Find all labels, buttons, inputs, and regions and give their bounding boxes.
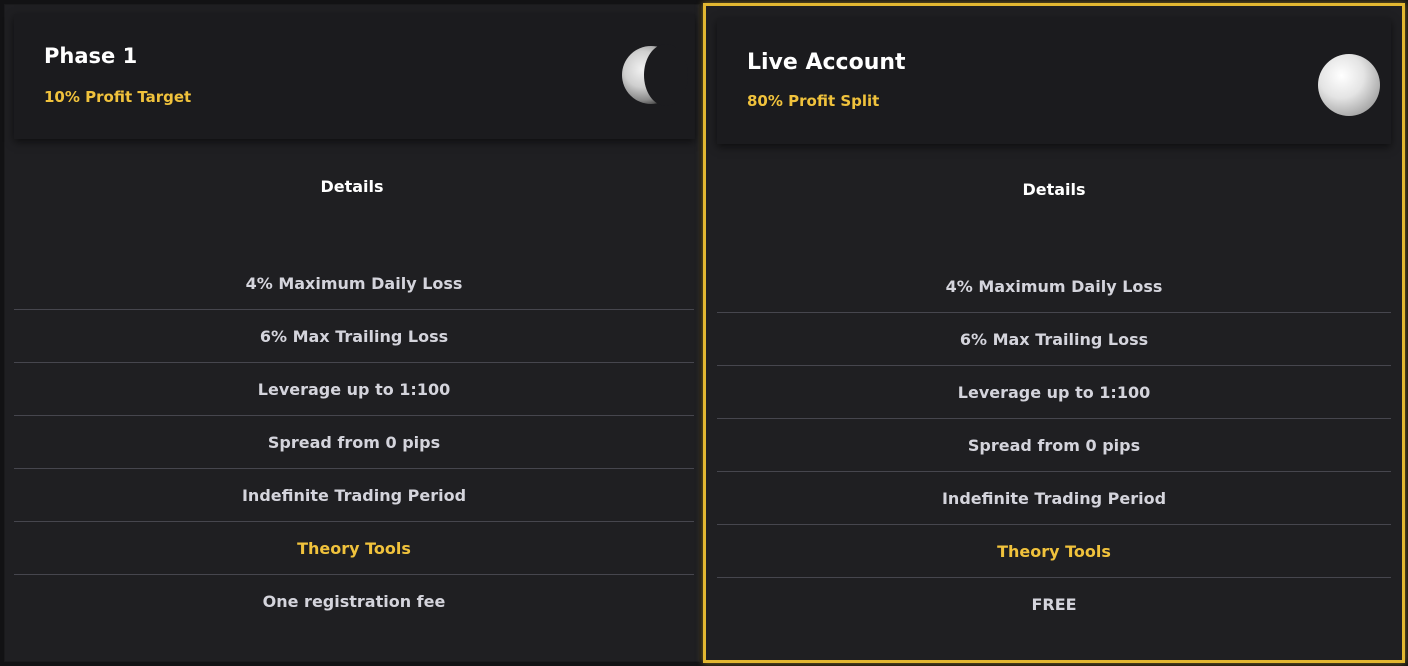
feature-trailing-loss: 6% Max Trailing Loss: [14, 310, 694, 363]
details-heading: Details: [320, 177, 384, 196]
feature-trading-period: Indefinite Trading Period: [717, 472, 1391, 525]
plan-subtitle: 10% Profit Target: [44, 88, 192, 106]
feature-theory-tools: Theory Tools: [717, 525, 1391, 578]
plan-header: Phase 1 10% Profit Target: [14, 14, 695, 139]
feature-daily-loss: 4% Maximum Daily Loss: [717, 260, 1391, 313]
feature-spread: Spread from 0 pips: [14, 416, 694, 469]
feature-trading-period: Indefinite Trading Period: [14, 469, 694, 522]
feature-fee: FREE: [1031, 595, 1077, 614]
feature-spread: Spread from 0 pips: [717, 419, 1391, 472]
full-moon-icon: [1318, 54, 1380, 116]
feature-trailing-loss: 6% Max Trailing Loss: [717, 313, 1391, 366]
plan-subtitle: 80% Profit Split: [747, 92, 880, 110]
feature-list: 4% Maximum Daily Loss 6% Max Trailing Lo…: [717, 260, 1391, 631]
half-moon-icon: [622, 44, 688, 106]
plan-header: Live Account 80% Profit Split: [717, 18, 1391, 144]
plan-title: Live Account: [747, 50, 906, 75]
feature-fee: One registration fee: [262, 592, 446, 611]
feature-leverage: Leverage up to 1:100: [717, 366, 1391, 419]
feature-list: 4% Maximum Daily Loss 6% Max Trailing Lo…: [14, 257, 694, 628]
details-heading: Details: [1022, 180, 1086, 199]
feature-leverage: Leverage up to 1:100: [14, 363, 694, 416]
plan-card-live-account[interactable]: Live Account 80% Profit Split Details 4%…: [703, 3, 1405, 663]
plan-title: Phase 1: [44, 44, 138, 68]
feature-daily-loss: 4% Maximum Daily Loss: [14, 257, 694, 310]
plan-card-phase-1[interactable]: Phase 1 10% Profit Target Details 4% Max…: [4, 4, 700, 662]
plans-container: Phase 1 10% Profit Target Details 4% Max…: [0, 0, 1408, 666]
feature-theory-tools: Theory Tools: [14, 522, 694, 575]
